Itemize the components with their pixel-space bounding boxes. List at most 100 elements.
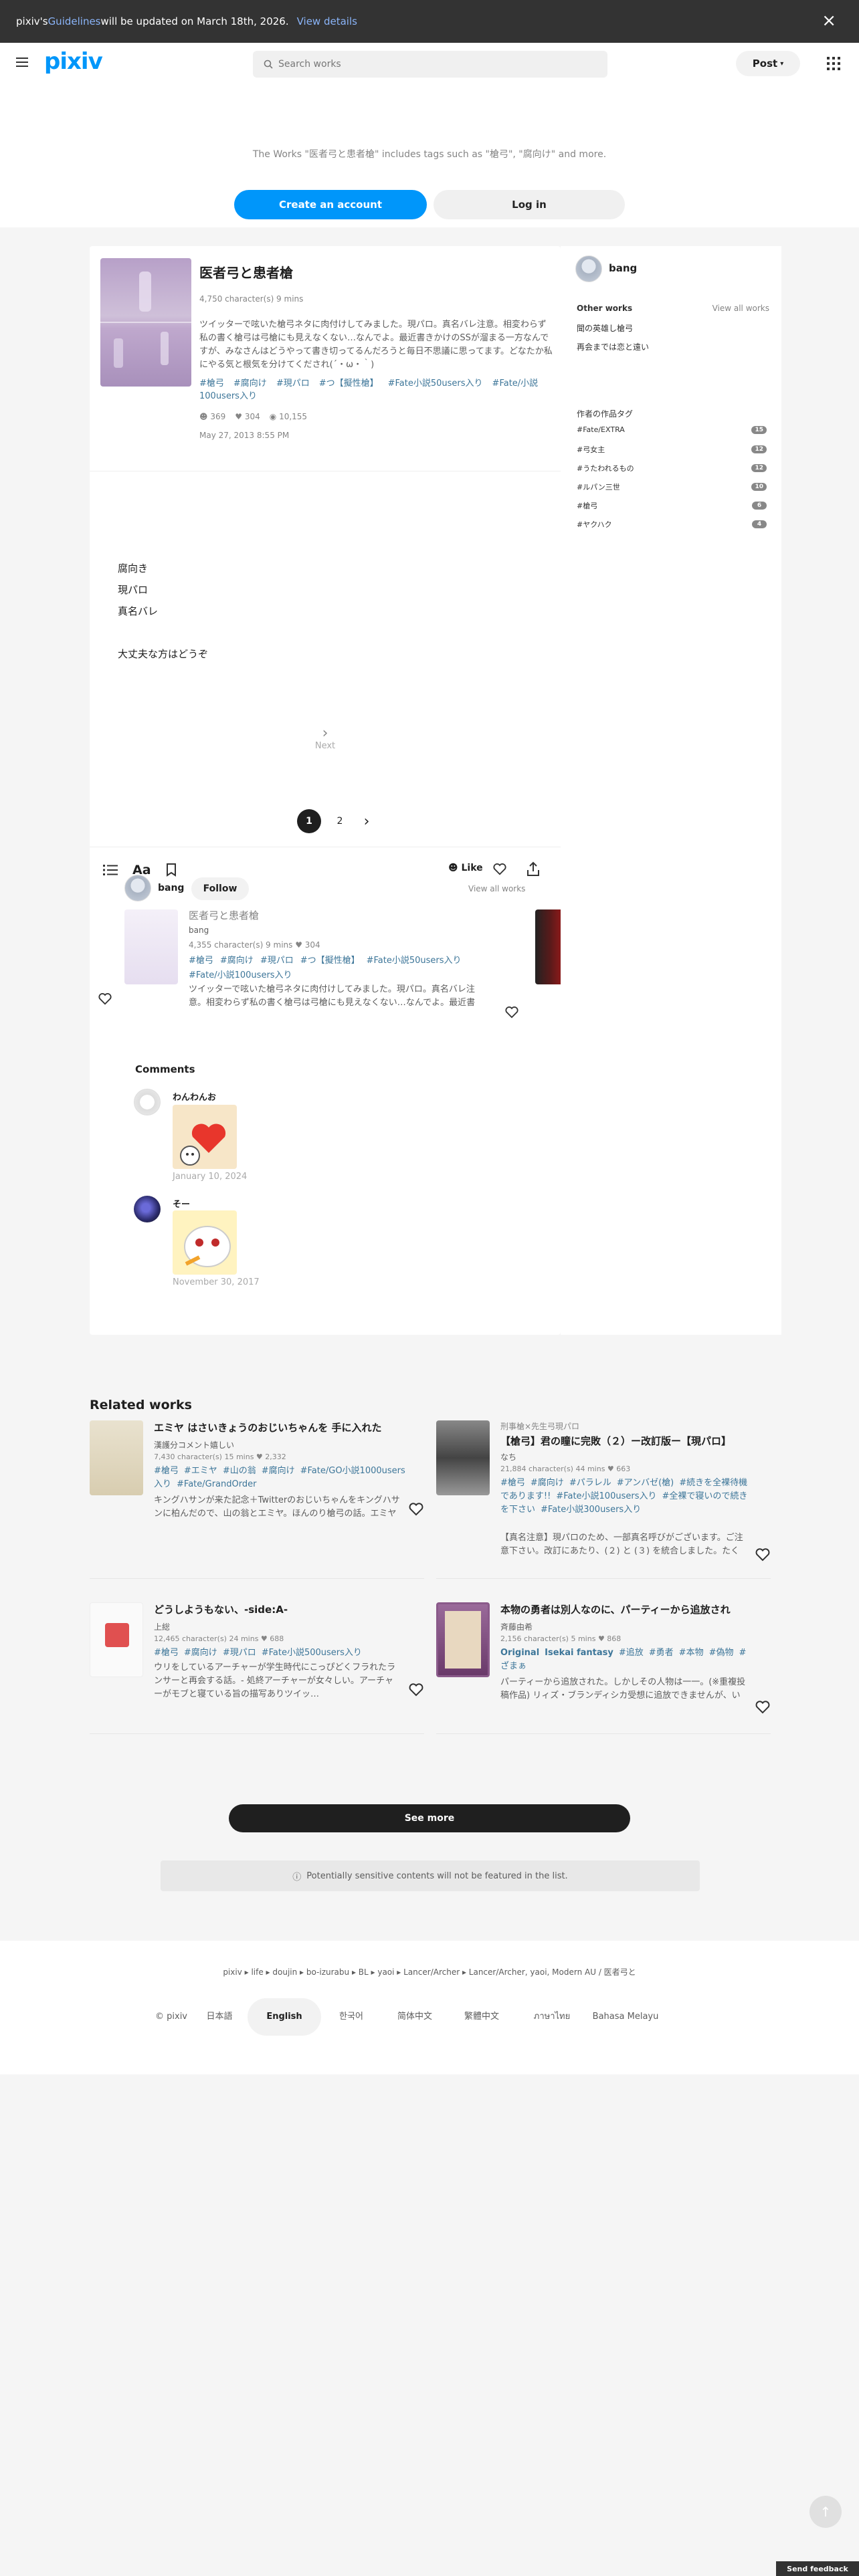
send-feedback-button[interactable]: Send feedback [776, 2561, 859, 2576]
author-tag[interactable]: #ヤクハク 4 [577, 519, 767, 530]
related-author[interactable]: 上総 [154, 1621, 170, 1632]
tag-link[interactable]: #Fate小説50users入り [367, 956, 462, 966]
tag-link[interactable]: #Fate/小説100users入り [189, 970, 292, 980]
tag-link[interactable]: #つ【擬性槍】 [319, 379, 379, 389]
chevron-right-icon[interactable]: › [359, 809, 375, 833]
related-series[interactable]: 刑事槍×先生弓現パロ [500, 1420, 579, 1432]
page-1-button[interactable]: 1 [297, 809, 321, 833]
tag-link[interactable]: #槍弓 [500, 1478, 525, 1488]
close-icon[interactable]: × [822, 12, 836, 29]
tag-link[interactable]: #腐向け [220, 956, 254, 966]
tag-link[interactable]: #腐向け [233, 379, 267, 389]
tag-link[interactable]: #つ【擬性槍】 [300, 956, 360, 966]
tag-link[interactable]: #アンバゼ(槍) [617, 1478, 674, 1488]
heart-icon[interactable] [755, 1546, 771, 1562]
avatar[interactable] [124, 875, 151, 901]
related-work-card[interactable]: エミヤ はさいきょうのおじいちゃんを 手に入れた 漢護分コメント嬉しい 7,43… [90, 1420, 424, 1521]
related-author[interactable]: なち [500, 1451, 516, 1463]
lang-option[interactable]: 日本語 [191, 2010, 248, 2024]
view-all-works-link[interactable]: View all works [468, 884, 525, 893]
see-more-button[interactable]: See more [229, 1804, 630, 1832]
guidelines-link[interactable]: Guidelines [48, 15, 101, 27]
share-icon[interactable] [526, 861, 541, 877]
other-work-link[interactable]: 聞の英雄し槍弓 [577, 322, 633, 334]
view-details-link[interactable]: View details [297, 15, 357, 27]
series-title[interactable]: 医者弓と患者槍 [189, 908, 259, 922]
avatar[interactable] [134, 1089, 161, 1115]
related-cover[interactable] [436, 1420, 490, 1495]
avatar[interactable] [575, 255, 602, 282]
related-title[interactable]: エミヤ はさいきょうのおじいちゃんを 手に入れた [154, 1420, 401, 1434]
next-work-cover[interactable] [535, 909, 561, 984]
heart-icon[interactable] [408, 1681, 424, 1697]
menu-icon[interactable] [16, 58, 28, 67]
tag-link[interactable]: #現パロ [223, 1648, 256, 1658]
avatar[interactable] [134, 1196, 161, 1222]
other-work-link[interactable]: 再会までは恋と遠い [577, 341, 649, 352]
login-button[interactable]: Log in [434, 190, 625, 219]
tag-link[interactable]: #現パロ [276, 379, 310, 389]
table-of-contents-icon[interactable] [103, 864, 118, 876]
breadcrumb[interactable]: pixiv ▸ life ▸ doujin ▸ bo-izurabu ▸ BL … [0, 1966, 859, 1977]
tag-link[interactable]: #現パロ [260, 956, 294, 966]
tag-link[interactable]: Isekai fantasy [545, 1648, 613, 1658]
apps-grid-icon[interactable] [827, 57, 840, 70]
author-tag[interactable]: #弓女主 12 [577, 444, 767, 455]
bookmark-icon[interactable] [166, 863, 177, 877]
heart-icon[interactable] [98, 991, 112, 1006]
heart-icon[interactable] [492, 861, 507, 876]
tag-link[interactable]: #Fate小説300users入り [541, 1505, 641, 1515]
author-tag[interactable]: #Fate/EXTRA 15 [577, 425, 767, 434]
tag-link[interactable]: #偽物 [709, 1648, 734, 1658]
lang-option[interactable]: English [248, 1998, 321, 2036]
tag-link[interactable]: #追放 [619, 1648, 644, 1658]
tag-link[interactable]: #槍弓 [199, 379, 224, 389]
related-author[interactable]: 斉藤由希 [500, 1621, 533, 1632]
next-page-button[interactable]: › Next [300, 726, 351, 752]
related-cover[interactable] [90, 1602, 143, 1677]
tag-link[interactable]: #エミヤ [184, 1466, 217, 1476]
related-title[interactable]: 【槍弓】君の瞳に完敗（２）ー改訂版ー【現パロ】 [500, 1434, 748, 1448]
pixiv-logo[interactable]: pixiv [44, 48, 103, 75]
page-2-button[interactable]: 2 [328, 809, 352, 833]
tag-link[interactable]: #Fate/GrandOrder [177, 1479, 256, 1489]
heart-icon[interactable] [408, 1501, 424, 1517]
follow-button[interactable]: Follow [191, 877, 249, 900]
sidebar-author-name[interactable]: bang [609, 262, 637, 274]
view-all-works-link[interactable]: View all works [712, 304, 769, 313]
post-button[interactable]: Post ▾ [736, 51, 800, 76]
heart-icon[interactable] [755, 1699, 771, 1715]
tag-link[interactable]: #槍弓 [189, 956, 213, 966]
scroll-to-top-button[interactable]: ↑ [809, 2496, 842, 2528]
tag-link[interactable]: #本物 [679, 1648, 704, 1658]
author-tag[interactable]: #槍弓 6 [577, 500, 767, 511]
tag-link[interactable]: #腐向け [531, 1478, 564, 1488]
lang-option[interactable]: 繁體中文 [448, 2010, 515, 2024]
like-button[interactable]: ☻ Like [448, 863, 483, 873]
series-cover[interactable] [124, 909, 178, 984]
tag-link[interactable]: #パラレル [569, 1478, 611, 1488]
heart-icon[interactable] [504, 1004, 519, 1019]
related-author[interactable]: 漢護分コメント嬉しい [154, 1439, 234, 1451]
tag-link[interactable]: #腐向け [184, 1648, 217, 1658]
related-cover[interactable] [90, 1420, 143, 1495]
create-account-button[interactable]: Create an account [234, 190, 427, 219]
related-title[interactable]: どうしようもない、-side:A- [154, 1602, 401, 1616]
related-cover[interactable] [436, 1602, 490, 1677]
tag-link[interactable]: Original [500, 1648, 539, 1658]
lang-option[interactable]: 简体中文 [381, 2010, 448, 2024]
author-tag[interactable]: #うたわれるもの 12 [577, 463, 767, 473]
tag-link[interactable]: #Fate小説500users入り [262, 1648, 362, 1658]
tag-link[interactable]: #槍弓 [154, 1466, 179, 1476]
lang-option[interactable]: Bahasa Melayu [589, 2010, 662, 2024]
series-author[interactable]: bang [189, 926, 209, 935]
tag-link[interactable]: #山の翁 [223, 1466, 256, 1476]
related-title[interactable]: 本物の勇者は別人なのに、パーティーから追放され [500, 1602, 748, 1616]
tag-link[interactable]: #槍弓 [154, 1648, 179, 1658]
tag-link[interactable]: #Fate小説50users入り [388, 379, 483, 389]
comment-user[interactable]: そー [173, 1197, 190, 1210]
tag-link[interactable]: #腐向け [262, 1466, 295, 1476]
author-tag[interactable]: #ルパン三世 10 [577, 481, 767, 492]
lang-option[interactable]: ภาษาไทย [515, 2010, 589, 2024]
tag-link[interactable]: #Fate小説100users入り [556, 1491, 656, 1501]
